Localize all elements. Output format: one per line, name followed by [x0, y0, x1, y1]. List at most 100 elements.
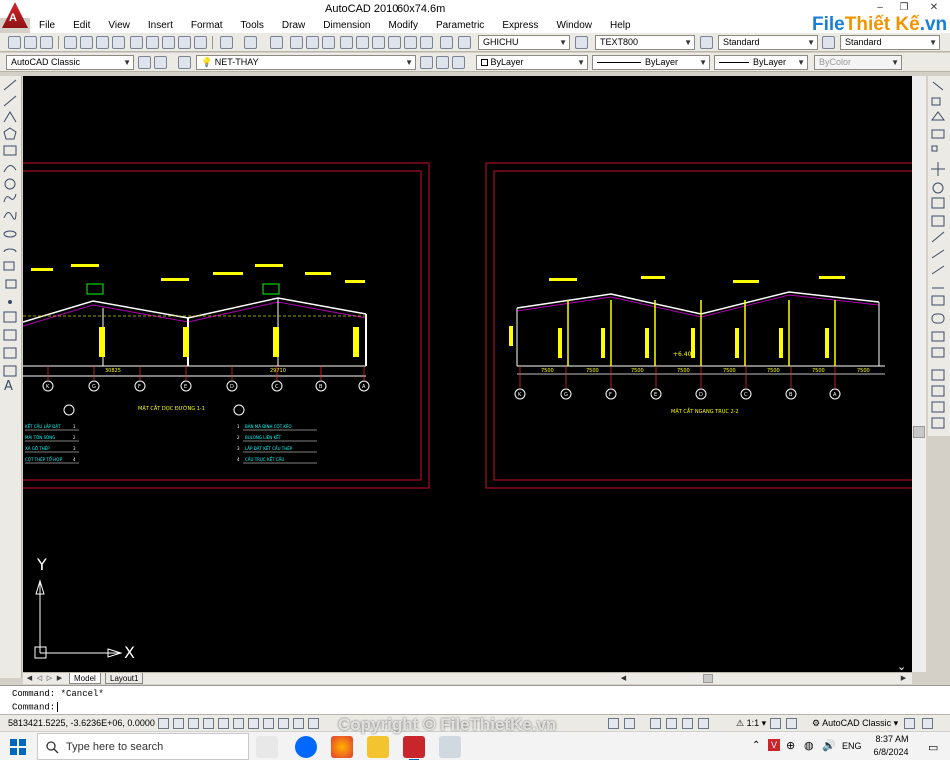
clean-screen-icon[interactable]: [922, 718, 933, 729]
menu-format[interactable]: Format: [182, 18, 232, 33]
polygon-icon[interactable]: [3, 127, 17, 140]
storage-app-icon[interactable]: [439, 736, 461, 758]
match-properties-icon[interactable]: [178, 36, 191, 49]
chamfer-icon[interactable]: [931, 295, 945, 306]
region-icon[interactable]: [3, 347, 17, 359]
move-icon[interactable]: [931, 162, 945, 176]
zoom-realtime-icon[interactable]: [290, 36, 303, 49]
linetype-select[interactable]: ByLayer ▼: [592, 55, 710, 70]
draw-order-icon[interactable]: [931, 347, 945, 358]
redo-icon[interactable]: [244, 36, 257, 49]
text-style-select[interactable]: GHICHU ▼: [478, 35, 570, 50]
undo-icon[interactable]: [220, 36, 233, 49]
grid-display-icon[interactable]: [173, 718, 184, 729]
extend-icon[interactable]: [931, 249, 945, 259]
plot-icon[interactable]: [64, 36, 77, 49]
erase-icon[interactable]: [932, 81, 944, 91]
sheet-set-icon[interactable]: [388, 36, 401, 49]
insert-block-icon[interactable]: [3, 261, 15, 271]
menu-edit[interactable]: Edit: [64, 18, 99, 33]
menu-dimension[interactable]: Dimension: [314, 18, 379, 33]
plot-preview-icon[interactable]: [80, 36, 93, 49]
table-style-select[interactable]: Standard ▼: [718, 35, 818, 50]
multiline-text-icon[interactable]: A: [4, 379, 13, 394]
firefox-app-icon[interactable]: [331, 736, 353, 758]
scroll-down-arrow-icon[interactable]: ⌄: [897, 660, 906, 672]
ortho-mode-icon[interactable]: [188, 718, 199, 729]
layer-previous-icon[interactable]: [436, 56, 449, 69]
menu-parametric[interactable]: Parametric: [427, 18, 493, 33]
construction-line-icon[interactable]: [3, 95, 17, 107]
help-icon[interactable]: [440, 36, 453, 49]
annotation-scale[interactable]: ⚠ 1:1 ▾: [736, 718, 766, 729]
table-icon[interactable]: [3, 365, 17, 377]
dim-style-icon[interactable]: [575, 36, 588, 49]
gradient-icon[interactable]: [3, 329, 17, 341]
autocad-task-icon[interactable]: [403, 736, 425, 760]
clock-time[interactable]: 8:37 AM: [872, 734, 912, 744]
hatch-icon[interactable]: [3, 311, 17, 323]
workspace-settings-icon[interactable]: [138, 56, 151, 69]
model-space-icon[interactable]: [308, 718, 319, 729]
tray-v-icon[interactable]: V: [768, 739, 780, 751]
text-style-icon[interactable]: [458, 36, 471, 49]
tab-layout1[interactable]: Layout1: [105, 673, 144, 684]
tab-model[interactable]: Model: [69, 673, 101, 684]
new-file-icon[interactable]: [8, 36, 21, 49]
zalo-app-icon[interactable]: [295, 736, 317, 758]
notification-icon[interactable]: ▭: [928, 741, 938, 754]
tool-palettes-icon[interactable]: [372, 36, 385, 49]
copy-object-icon[interactable]: [931, 97, 941, 106]
multileader-style-icon[interactable]: [822, 36, 835, 49]
snap-mode-icon[interactable]: [158, 718, 169, 729]
zoom-status-icon[interactable]: [666, 718, 677, 729]
command-window[interactable]: Command: *Cancel* Command:: [0, 685, 950, 714]
auto-scale-icon[interactable]: [786, 718, 797, 729]
last-tab-icon[interactable]: ▶: [55, 673, 64, 684]
break-icon[interactable]: [931, 265, 945, 275]
next-tab-icon[interactable]: ▷: [45, 673, 54, 684]
volume-icon[interactable]: 🔊: [822, 739, 836, 752]
multileader-style-select[interactable]: Standard ▼: [840, 35, 940, 50]
zoom-previous-icon[interactable]: [322, 36, 335, 49]
polyline-icon[interactable]: [3, 111, 17, 123]
revision-cloud-icon[interactable]: [3, 193, 17, 203]
array-icon[interactable]: [931, 145, 938, 152]
make-block-icon[interactable]: [5, 279, 17, 289]
rotate-icon[interactable]: [932, 182, 944, 194]
menu-window[interactable]: Window: [547, 18, 601, 33]
ellipse-arc-icon[interactable]: [3, 248, 17, 253]
make-object-layer-current-icon[interactable]: [420, 56, 433, 69]
menu-draw[interactable]: Draw: [273, 18, 314, 33]
design-center-icon[interactable]: [356, 36, 369, 49]
workspace-select[interactable]: AutoCAD Classic ▼: [6, 55, 134, 70]
bring-above-icon[interactable]: [931, 401, 945, 413]
quick-view-drawings-icon[interactable]: [624, 718, 635, 729]
layer-properties-icon[interactable]: [178, 56, 191, 69]
spline-icon[interactable]: [3, 211, 17, 220]
circle-icon[interactable]: [4, 178, 16, 190]
arc-icon[interactable]: [3, 165, 17, 173]
3d-dwf-icon[interactable]: [112, 36, 125, 49]
copy-icon[interactable]: [146, 36, 159, 49]
menu-express[interactable]: Express: [493, 18, 547, 33]
offset-icon[interactable]: [931, 129, 945, 139]
menu-file[interactable]: File: [30, 18, 64, 33]
clock-date[interactable]: 6/8/2024: [866, 747, 916, 757]
send-under-icon[interactable]: [931, 417, 945, 429]
workspace-switching[interactable]: ⚙ AutoCAD Classic ▾: [812, 718, 898, 729]
dim-style-select[interactable]: TEXT800 ▼: [595, 35, 695, 50]
pan-status-icon[interactable]: [650, 718, 661, 729]
fillet-icon[interactable]: [931, 313, 945, 324]
chevron-up-icon[interactable]: ⌃: [752, 740, 760, 751]
language-indicator[interactable]: ENG: [842, 741, 862, 751]
plotstyle-select[interactable]: ByColor ▼: [814, 55, 902, 70]
scale-icon[interactable]: [931, 197, 945, 209]
scroll-right-icon[interactable]: ▶: [899, 673, 908, 684]
task-view-icon[interactable]: [256, 736, 278, 758]
tray-globe-icon[interactable]: ◍: [804, 739, 814, 752]
dynamic-input-icon[interactable]: [263, 718, 274, 729]
dynamic-ucs-icon[interactable]: [248, 718, 259, 729]
layer-state-icon[interactable]: [452, 56, 465, 69]
zoom-window-icon[interactable]: [306, 36, 319, 49]
